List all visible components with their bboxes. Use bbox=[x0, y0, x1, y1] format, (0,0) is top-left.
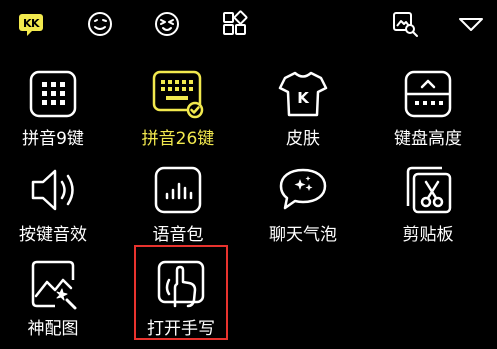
full-keyboard-icon bbox=[152, 68, 204, 120]
collapse-triangle-icon[interactable] bbox=[457, 10, 485, 38]
voice-pack-label: 语音包 bbox=[152, 225, 204, 245]
apps-grid-icon[interactable] bbox=[221, 10, 249, 38]
keyboard-height-icon bbox=[402, 68, 454, 120]
magic-image-button[interactable]: 神配图 bbox=[3, 258, 103, 348]
emoji-smile-icon[interactable] bbox=[86, 10, 114, 38]
voice-pack-icon bbox=[152, 164, 204, 216]
key-sound-label: 按键音效 bbox=[19, 225, 87, 245]
image-search-icon[interactable] bbox=[391, 10, 419, 38]
tshirt-skin-icon: K bbox=[277, 68, 329, 120]
voice-pack-button[interactable]: 语音包 bbox=[128, 164, 228, 254]
top-toolbar: K K bbox=[0, 0, 497, 50]
chat-bubble-icon bbox=[277, 164, 329, 216]
nine-key-button[interactable]: 拼音9键 bbox=[3, 68, 103, 158]
chat-bubble-label: 聊天气泡 bbox=[269, 225, 337, 245]
magic-image-icon bbox=[27, 258, 79, 310]
skin-button[interactable]: K 皮肤 bbox=[253, 68, 353, 158]
magic-image-label: 神配图 bbox=[27, 319, 79, 339]
skin-label: 皮肤 bbox=[286, 129, 320, 149]
keyboard-height-button[interactable]: 键盘高度 bbox=[378, 68, 478, 158]
clipboard-button[interactable]: 剪贴板 bbox=[378, 164, 478, 254]
clipboard-label: 剪贴板 bbox=[402, 225, 454, 245]
full-keyboard-button[interactable]: 拼音26键 bbox=[128, 68, 228, 158]
svg-text:K: K bbox=[31, 17, 40, 30]
kk-keyboard-logo-icon[interactable]: K K bbox=[17, 10, 45, 38]
speaker-icon bbox=[27, 164, 79, 216]
svg-text:K: K bbox=[297, 89, 310, 107]
keyboard-height-label: 键盘高度 bbox=[394, 129, 462, 149]
handwriting-highlight-box bbox=[134, 245, 228, 340]
chat-bubble-button[interactable]: 聊天气泡 bbox=[253, 164, 353, 254]
nine-key-label: 拼音9键 bbox=[22, 129, 84, 149]
full-keyboard-label: 拼音26键 bbox=[141, 129, 215, 149]
emoticon-icon[interactable] bbox=[153, 10, 181, 38]
nine-key-icon bbox=[27, 68, 79, 120]
key-sound-button[interactable]: 按键音效 bbox=[3, 164, 103, 254]
clipboard-scissors-icon bbox=[402, 164, 454, 216]
